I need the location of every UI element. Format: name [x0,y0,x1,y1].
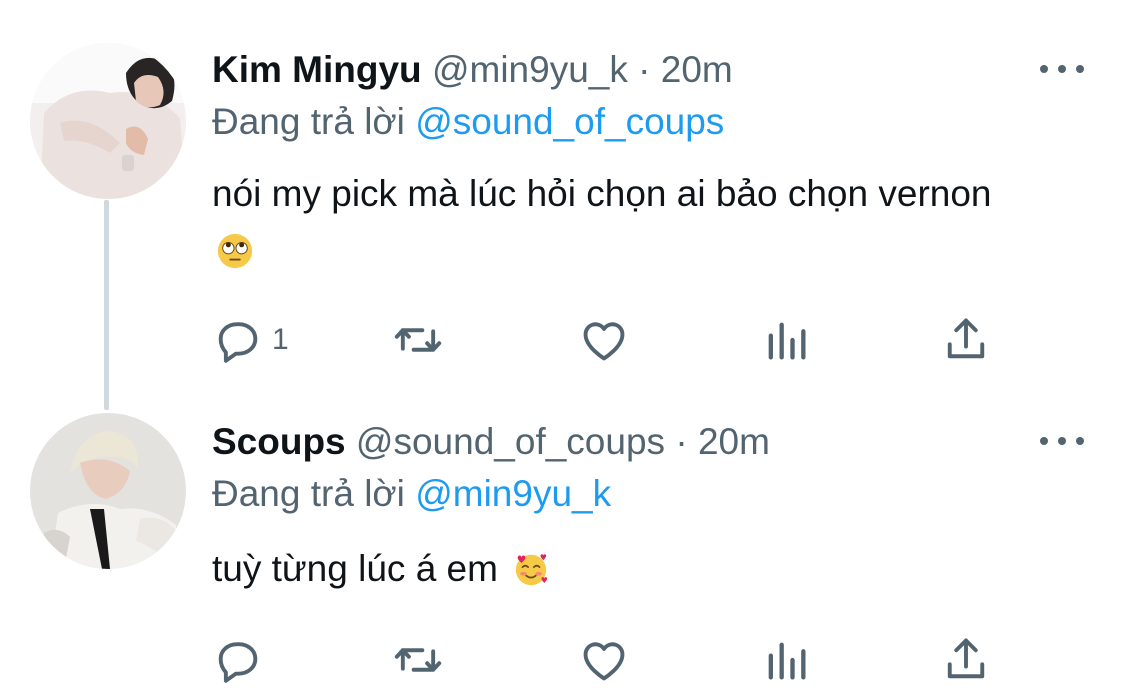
timestamp[interactable]: 20m [661,49,733,90]
retweet-icon [394,328,442,352]
separator-dot: · [638,49,651,90]
avatar-photo [30,43,186,199]
action-bar: 1 [212,310,1012,370]
analytics-icon [768,322,806,360]
reply-button[interactable]: 1 [212,310,289,370]
views-button[interactable] [760,310,812,370]
display-name[interactable]: Kim Mingyu [212,49,422,90]
heart-icon [583,322,625,361]
share-button[interactable] [940,630,992,690]
tweet-text: nói my pick mà lúc hỏi chọn ai bảo chọn … [212,165,1032,279]
reply-prefix: Đang trả lời [212,101,405,142]
tweet-text-content: tuỳ từng lúc á em [212,548,498,589]
handle[interactable]: @sound_of_coups [356,421,665,462]
tweet-header: Kim Mingyu @min9yu_k · 20m [212,48,733,92]
retweet-button[interactable] [392,310,444,370]
share-icon [947,638,985,679]
reply-icon [218,322,258,363]
retweet-icon [394,648,442,672]
avatar-photo [30,413,186,569]
share-icon [947,318,985,359]
reply-count: 1 [272,323,289,356]
thread-line [104,200,109,410]
more-icon[interactable] [1040,58,1084,80]
reply-prefix: Đang trả lời [212,473,405,514]
face-with-rolling-eyes-icon [217,233,253,269]
reply-button[interactable] [212,630,272,690]
reply-icon [218,642,258,683]
tweet-header: Scoups @sound_of_coups · 20m [212,420,770,464]
avatar[interactable] [30,43,186,199]
reply-mention[interactable]: @sound_of_coups [415,101,724,142]
analytics-icon [768,642,806,680]
tweet[interactable]: Scoups @sound_of_coups · 20m Đang trả lờ… [0,400,1125,700]
like-button[interactable] [578,630,630,690]
replying-to: Đang trả lời @sound_of_coups [212,100,724,144]
more-icon[interactable] [1040,430,1084,452]
avatar[interactable] [30,413,186,569]
tweet-text: tuỳ từng lúc á em [212,540,1032,597]
display-name[interactable]: Scoups [212,421,346,462]
share-button[interactable] [940,310,992,370]
timestamp[interactable]: 20m [698,421,770,462]
handle[interactable]: @min9yu_k [432,49,628,90]
tweet-text-content: nói my pick mà lúc hỏi chọn ai bảo chọn … [212,173,992,214]
like-button[interactable] [578,310,630,370]
heart-icon [583,642,625,681]
reply-mention[interactable]: @min9yu_k [415,473,611,514]
separator-dot: · [675,421,688,462]
action-bar [212,630,1012,690]
tweet[interactable]: Kim Mingyu @min9yu_k · 20m Đang trả lời … [0,0,1125,410]
smiling-face-with-hearts-icon [516,554,548,586]
retweet-button[interactable] [392,630,444,690]
views-button[interactable] [760,630,812,690]
replying-to: Đang trả lời @min9yu_k [212,472,611,516]
